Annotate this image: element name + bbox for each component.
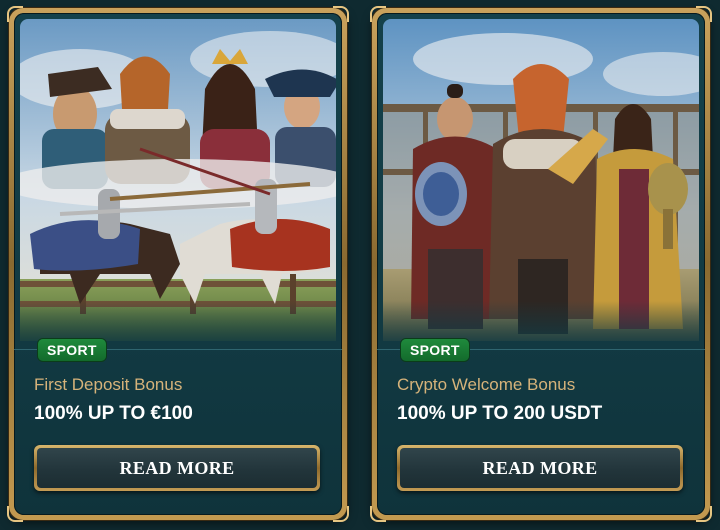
card-body: SPORT Crypto Welcome Bonus 100% UP TO 20… [377,13,705,515]
category-badge: SPORT [401,339,469,361]
card-body: SPORT First Deposit Bonus 100% UP TO €10… [14,13,342,515]
promo-cards: SPORT First Deposit Bonus 100% UP TO €10… [0,0,720,530]
promo-image-warriors [383,19,699,341]
bonus-title: Crypto Welcome Bonus [397,375,576,394]
promo-image-jousting [20,19,336,341]
bonus-offer: 100% UP TO €100 [34,403,193,424]
read-more-button[interactable]: READ MORE [34,445,320,491]
category-badge: SPORT [38,339,106,361]
bonus-title: First Deposit Bonus [34,375,183,394]
warriors-illustration [383,19,699,341]
read-more-button[interactable]: READ MORE [397,445,683,491]
promo-card-crypto-welcome[interactable]: SPORT Crypto Welcome Bonus 100% UP TO 20… [370,6,712,522]
read-more-label: READ MORE [400,448,680,488]
promo-card-first-deposit[interactable]: SPORT First Deposit Bonus 100% UP TO €10… [7,6,349,522]
jousting-illustration [20,19,336,341]
read-more-label: READ MORE [37,448,317,488]
bonus-offer: 100% UP TO 200 USDT [397,403,603,424]
